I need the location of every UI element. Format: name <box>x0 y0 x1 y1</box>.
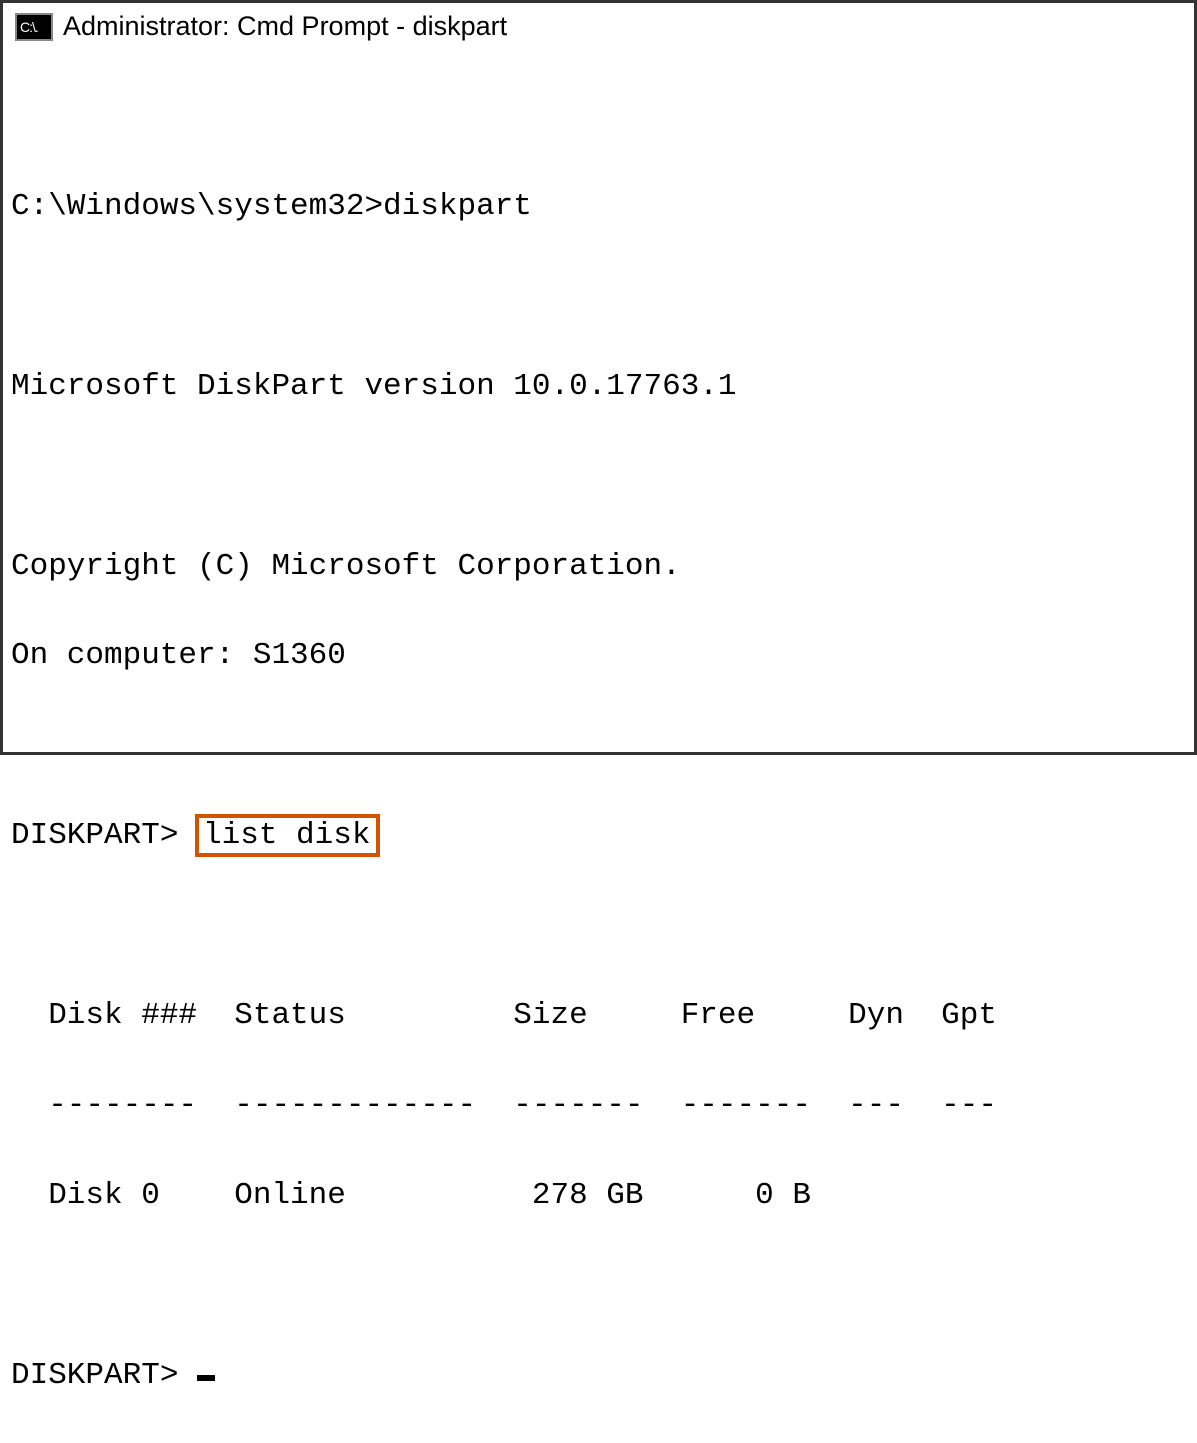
table-divider: -------- ------------- ------- ------- -… <box>11 1084 1186 1129</box>
version-line: Microsoft DiskPart version 10.0.17763.1 <box>11 365 1186 410</box>
final-prompt-line[interactable]: DISKPART> <box>11 1354 1186 1399</box>
cursor <box>197 1375 215 1381</box>
window-title: Administrator: Cmd Prompt - diskpart <box>63 11 507 42</box>
terminal-output[interactable]: C:\Windows\system32>diskpart Microsoft D… <box>3 50 1194 1443</box>
table-row: Disk 0 Online 278 GB 0 B <box>11 1174 1186 1219</box>
prompt-line: C:\Windows\system32>diskpart <box>11 185 1186 230</box>
diskpart-prompt: DISKPART> <box>11 818 197 853</box>
diskpart-command-line: DISKPART> list disk <box>11 814 1186 859</box>
copyright-line: Copyright (C) Microsoft Corporation. <box>11 545 1186 590</box>
diskpart-prompt-final: DISKPART> <box>11 1358 197 1393</box>
computer-line: On computer: S1360 <box>11 634 1186 679</box>
title-bar: C:\. Administrator: Cmd Prompt - diskpar… <box>3 3 1194 50</box>
highlighted-command: list disk <box>195 814 380 857</box>
cmd-icon: C:\. <box>15 13 53 41</box>
table-header: Disk ### Status Size Free Dyn Gpt <box>11 994 1186 1039</box>
